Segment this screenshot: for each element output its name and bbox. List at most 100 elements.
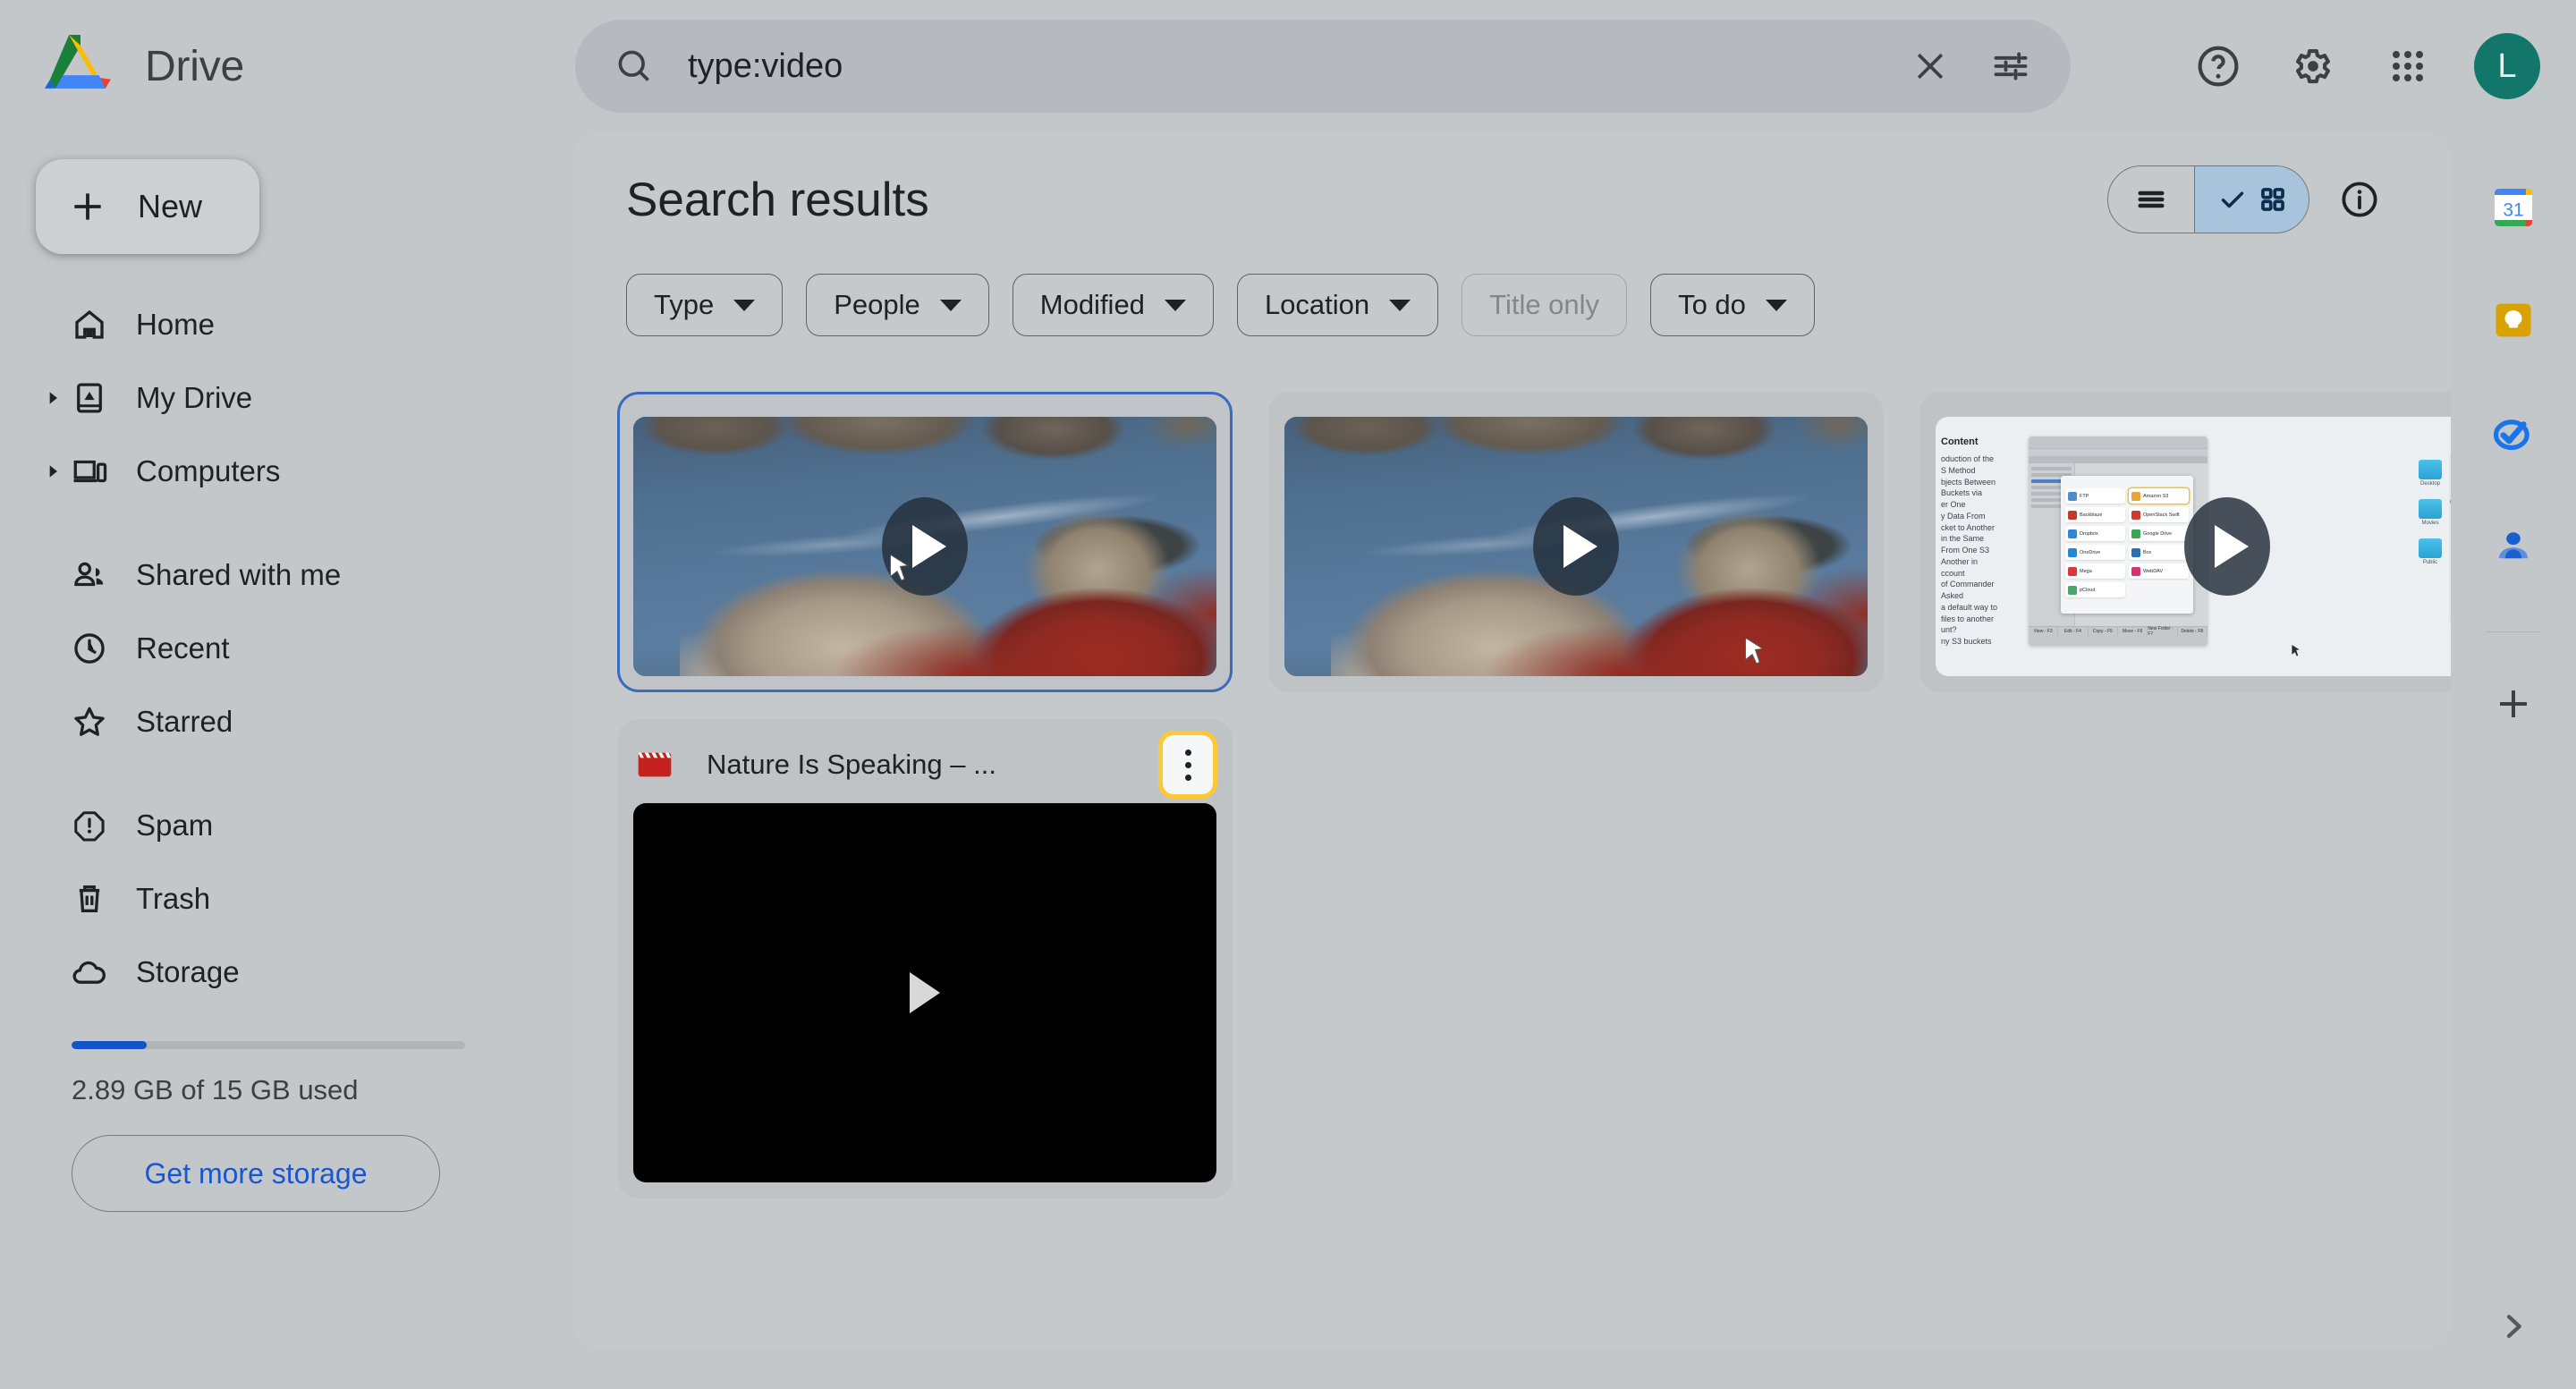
article-line: er One (1941, 499, 2021, 511)
article-line: ny S3 buckets (1941, 636, 2021, 648)
chevron-right-icon[interactable] (41, 386, 64, 410)
sidebar-item-label: Recent (136, 631, 230, 665)
video-thumbnail[interactable] (1284, 417, 1868, 676)
file-card[interactable] (617, 392, 1233, 692)
sidebar-item-starred[interactable]: Starred (0, 685, 572, 758)
add-app-button[interactable] (2476, 666, 2551, 741)
article-line: ccount (1941, 568, 2021, 580)
avatar[interactable]: L (2474, 33, 2540, 99)
folder-item: Desktop (2419, 460, 2442, 487)
play-icon[interactable] (2184, 497, 2270, 596)
service-tile: FTP (2065, 488, 2125, 504)
get-more-storage-button[interactable]: Get more storage (72, 1135, 440, 1212)
help-button[interactable] (2177, 25, 2259, 107)
chip-label: Modified (1040, 289, 1145, 321)
filter-chip-to-do[interactable]: To do (1650, 274, 1815, 336)
search-input[interactable] (688, 47, 1890, 86)
grid-view-icon (2258, 184, 2288, 215)
file-card[interactable]: Content oduction of theS Methodbjects Be… (1919, 392, 2451, 692)
service-name: OpenStack Swift (2143, 512, 2180, 518)
clock-icon (70, 629, 109, 668)
chip-label: To do (1678, 289, 1746, 321)
new-button[interactable]: New (36, 159, 259, 254)
grid-view-button[interactable] (2194, 166, 2309, 233)
sidebar-item-label: My Drive (136, 381, 252, 415)
sidebar-item-computers[interactable]: Computers (0, 435, 572, 508)
search-bar[interactable] (575, 20, 2071, 113)
app-header: Drive (0, 0, 2576, 132)
expand-rail-button[interactable] (2476, 1289, 2551, 1364)
service-name: Amazon S3 (2143, 494, 2168, 499)
article-line: oduction of the (1941, 453, 2021, 465)
side-apps-rail: 31 (2451, 132, 2576, 1389)
computers-icon (70, 452, 109, 491)
google-calendar-button[interactable]: 31 (2476, 170, 2551, 245)
sidebar-item-home[interactable]: Home (0, 288, 572, 361)
google-apps-button[interactable] (2367, 25, 2449, 107)
article-line: Asked (1941, 590, 2021, 602)
google-contacts-button[interactable] (2476, 508, 2551, 583)
google-tasks-button[interactable] (2476, 395, 2551, 470)
service-tile: Amazon S3 (2129, 488, 2189, 504)
sidebar-nav: Home My Drive (0, 288, 572, 1009)
google-keep-button[interactable] (2476, 283, 2551, 358)
sidebar-item-recent[interactable]: Recent (0, 612, 572, 685)
google-drive-logo (45, 34, 116, 98)
brand-name: Drive (145, 42, 244, 91)
chevron-right-icon[interactable] (41, 460, 64, 483)
google-contacts-icon (2490, 522, 2537, 569)
details-info-button[interactable] (2322, 162, 2397, 237)
play-icon[interactable] (1533, 497, 1619, 596)
article-line: Buckets via (1941, 487, 2021, 499)
file-card[interactable]: Nature Is Speaking – ... (617, 719, 1233, 1198)
sidebar-item-my-drive[interactable]: My Drive (0, 361, 572, 435)
service-icon (2068, 586, 2077, 595)
google-keep-icon (2490, 297, 2537, 343)
video-thumbnail[interactable]: Content oduction of theS Methodbjects Be… (1936, 417, 2451, 676)
content-header: Search results (572, 132, 2451, 267)
folder-item: Movies (2419, 499, 2442, 526)
page-title: Search results (626, 173, 929, 227)
sidebar-item-storage[interactable]: Storage (0, 936, 572, 1009)
article-line: From One S3 (1941, 545, 2021, 556)
results-grid: Content oduction of theS Methodbjects Be… (572, 392, 2451, 1349)
list-view-button[interactable] (2108, 166, 2194, 233)
header-actions: L (2177, 20, 2540, 113)
article-lines: oduction of theS Methodbjects BetweenBuc… (1941, 453, 2021, 648)
help-icon (2195, 43, 2241, 89)
sidebar-item-label: Storage (136, 955, 240, 989)
filter-chip-title-only[interactable]: Title only (1462, 274, 1627, 336)
service-name: FTP (2080, 494, 2089, 499)
sidebar-item-label: Shared with me (136, 558, 341, 592)
settings-button[interactable] (2272, 25, 2354, 107)
service-icon (2068, 529, 2077, 538)
video-thumbnail[interactable] (633, 417, 1216, 676)
clear-search-button[interactable] (1890, 26, 1970, 106)
chevron-right-icon (2496, 1309, 2531, 1344)
filter-chip-people[interactable]: People (806, 274, 989, 336)
filter-chip-type[interactable]: Type (626, 274, 783, 336)
article-line: of Commander (1941, 579, 2021, 590)
play-icon[interactable] (910, 972, 940, 1013)
file-row (2031, 467, 2072, 470)
filter-chip-location[interactable]: Location (1237, 274, 1438, 336)
service-tile: Google Drive (2129, 526, 2189, 541)
ice-plant-layer-2 (1460, 604, 1786, 676)
file-menu-button[interactable] (1163, 735, 1213, 794)
service-name: Mega (2080, 569, 2092, 574)
service-tile: pCloud (2065, 582, 2125, 597)
service-tile: Mega (2065, 563, 2125, 579)
search-options-button[interactable] (1970, 26, 2051, 106)
file-name: Nature Is Speaking – ... (707, 749, 1163, 781)
chevron-down-icon (940, 300, 962, 311)
sidebar-item-trash[interactable]: Trash (0, 862, 572, 936)
filter-chip-modified[interactable]: Modified (1013, 274, 1214, 336)
service-name: Box (2143, 550, 2151, 555)
video-thumbnail[interactable] (633, 803, 1216, 1182)
sidebar-item-shared-with-me[interactable]: Shared with me (0, 538, 572, 612)
mouse-cursor (2292, 645, 2301, 656)
sidebar-item-spam[interactable]: Spam (0, 789, 572, 862)
file-card[interactable] (1268, 392, 1884, 692)
info-icon (2339, 179, 2380, 220)
plus-icon (68, 187, 107, 226)
